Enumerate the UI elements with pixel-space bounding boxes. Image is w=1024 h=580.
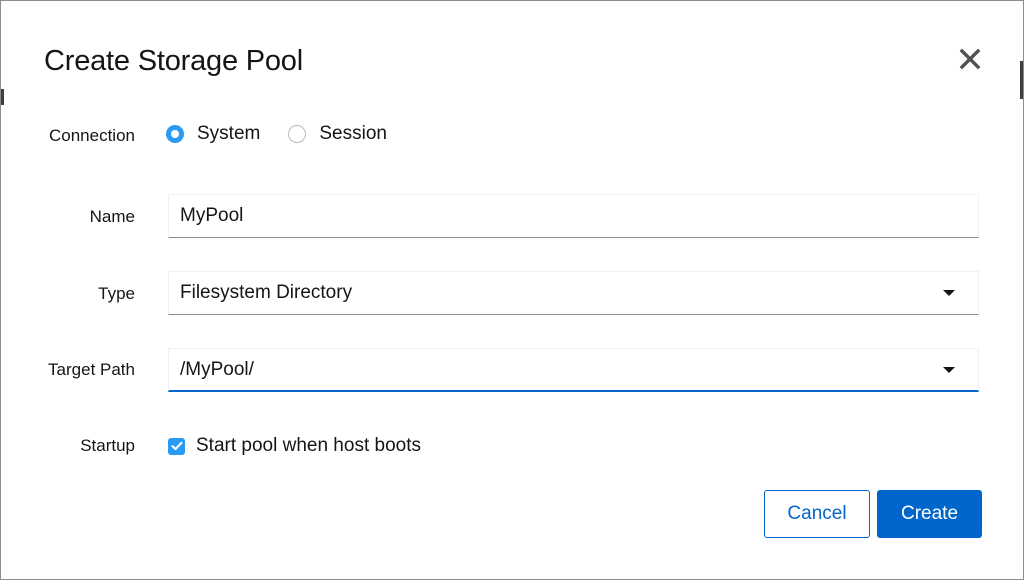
type-select[interactable]: Filesystem Directory (168, 271, 979, 315)
connection-radio-group: System Session (166, 123, 415, 145)
radio-session-label: Session (319, 123, 387, 144)
connection-label: Connection (48, 126, 135, 145)
caret-down-icon (943, 290, 955, 296)
close-button[interactable] (953, 44, 987, 78)
radio-session-indicator[interactable] (288, 125, 307, 143)
caret-down-icon[interactable] (943, 366, 955, 373)
type-label: Type (98, 284, 135, 303)
startup-checkbox[interactable]: Start pool when host boots (168, 435, 421, 457)
radio-system[interactable]: System (166, 123, 260, 145)
dialog-title: Create Storage Pool (44, 45, 303, 77)
close-icon (959, 48, 981, 75)
target-path-label: Target Path (48, 360, 135, 379)
name-field[interactable] (168, 194, 979, 238)
background-edge-mark (1, 89, 4, 105)
target-path-value[interactable]: /MyPool/ (180, 359, 254, 381)
radio-session[interactable]: Session (288, 123, 387, 145)
dialog: Create Storage Pool Connection System Se… (0, 0, 1024, 580)
type-select-value: Filesystem Directory (180, 282, 353, 303)
checkbox-checked-icon[interactable] (168, 437, 185, 455)
create-button[interactable]: Create (877, 490, 982, 538)
startup-checkbox-label: Start pool when host boots (196, 435, 421, 456)
cancel-button[interactable]: Cancel (764, 490, 870, 538)
name-input[interactable] (180, 205, 978, 227)
name-label: Name (89, 207, 135, 226)
radio-system-indicator[interactable] (166, 125, 184, 143)
startup-label: Startup (80, 436, 135, 455)
target-path-combobox[interactable]: /MyPool/ (168, 348, 979, 392)
radio-system-label: System (197, 123, 261, 144)
background-edge-mark (1020, 61, 1023, 99)
